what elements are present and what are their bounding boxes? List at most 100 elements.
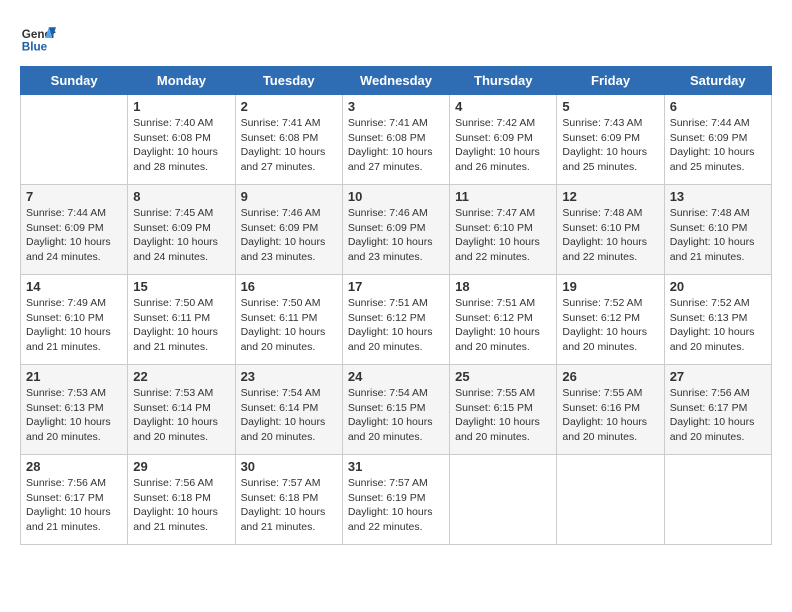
day-number: 2 — [241, 99, 337, 114]
day-number: 21 — [26, 369, 122, 384]
cell-info: Sunrise: 7:55 AM Sunset: 6:15 PM Dayligh… — [455, 386, 551, 445]
cell-info: Sunrise: 7:41 AM Sunset: 6:08 PM Dayligh… — [348, 116, 444, 175]
calendar-cell: 1 Sunrise: 7:40 AM Sunset: 6:08 PM Daylig… — [128, 95, 235, 185]
cell-info: Sunrise: 7:50 AM Sunset: 6:11 PM Dayligh… — [241, 296, 337, 355]
day-header: Saturday — [664, 67, 771, 95]
cell-info: Sunrise: 7:53 AM Sunset: 6:13 PM Dayligh… — [26, 386, 122, 445]
logo-icon: General Blue — [20, 20, 56, 56]
calendar-week-row: 7 Sunrise: 7:44 AM Sunset: 6:09 PM Daylig… — [21, 185, 772, 275]
calendar-cell: 28Sunrise: 7:56 AM Sunset: 6:17 PM Dayli… — [21, 455, 128, 545]
cell-info: Sunrise: 7:53 AM Sunset: 6:14 PM Dayligh… — [133, 386, 229, 445]
day-number: 3 — [348, 99, 444, 114]
calendar-week-row: 1 Sunrise: 7:40 AM Sunset: 6:08 PM Daylig… — [21, 95, 772, 185]
calendar-cell: 13 Sunrise: 7:48 AM Sunset: 6:10 PM Dayli… — [664, 185, 771, 275]
calendar-cell: 2 Sunrise: 7:41 AM Sunset: 6:08 PM Daylig… — [235, 95, 342, 185]
day-number: 24 — [348, 369, 444, 384]
cell-info: Sunrise: 7:48 AM Sunset: 6:10 PM Dayligh… — [670, 206, 766, 265]
calendar-cell: 19 Sunrise: 7:52 AM Sunset: 6:12 PM Dayli… — [557, 275, 664, 365]
calendar-cell: 15 Sunrise: 7:50 AM Sunset: 6:11 PM Dayli… — [128, 275, 235, 365]
calendar-cell: 30 Sunrise: 7:57 AM Sunset: 6:18 PM Dayli… — [235, 455, 342, 545]
cell-info: Sunrise: 7:52 AM Sunset: 6:12 PM Dayligh… — [562, 296, 658, 355]
calendar-cell: 14 Sunrise: 7:49 AM Sunset: 6:10 PM Dayli… — [21, 275, 128, 365]
day-number: 16 — [241, 279, 337, 294]
day-number: 9 — [241, 189, 337, 204]
day-number: 20 — [670, 279, 766, 294]
calendar-cell: 11 Sunrise: 7:47 AM Sunset: 6:10 PM Dayli… — [450, 185, 557, 275]
day-number: 19 — [562, 279, 658, 294]
calendar-cell: 4 Sunrise: 7:42 AM Sunset: 6:09 PM Daylig… — [450, 95, 557, 185]
cell-info: Sunrise: 7:41 AM Sunset: 6:08 PM Dayligh… — [241, 116, 337, 175]
calendar-week-row: 14 Sunrise: 7:49 AM Sunset: 6:10 PM Dayli… — [21, 275, 772, 365]
day-number: 4 — [455, 99, 551, 114]
calendar-cell: 18 Sunrise: 7:51 AM Sunset: 6:12 PM Dayli… — [450, 275, 557, 365]
day-number: 12 — [562, 189, 658, 204]
calendar-cell: 9 Sunrise: 7:46 AM Sunset: 6:09 PM Daylig… — [235, 185, 342, 275]
cell-info: Sunrise: 7:44 AM Sunset: 6:09 PM Dayligh… — [26, 206, 122, 265]
cell-info: Sunrise: 7:57 AM Sunset: 6:19 PM Dayligh… — [348, 476, 444, 535]
day-number: 13 — [670, 189, 766, 204]
cell-info: Sunrise: 7:51 AM Sunset: 6:12 PM Dayligh… — [348, 296, 444, 355]
cell-info: Sunrise: 7:56 AM Sunset: 6:17 PM Dayligh… — [670, 386, 766, 445]
calendar-cell: 27Sunrise: 7:56 AM Sunset: 6:17 PM Dayli… — [664, 365, 771, 455]
cell-info: Sunrise: 7:47 AM Sunset: 6:10 PM Dayligh… — [455, 206, 551, 265]
calendar-cell — [557, 455, 664, 545]
day-number: 8 — [133, 189, 229, 204]
day-number: 22 — [133, 369, 229, 384]
day-header: Monday — [128, 67, 235, 95]
svg-text:Blue: Blue — [22, 41, 48, 54]
day-number: 15 — [133, 279, 229, 294]
day-header: Friday — [557, 67, 664, 95]
day-number: 14 — [26, 279, 122, 294]
calendar-cell: 31 Sunrise: 7:57 AM Sunset: 6:19 PM Dayli… — [342, 455, 449, 545]
calendar-cell: 8 Sunrise: 7:45 AM Sunset: 6:09 PM Daylig… — [128, 185, 235, 275]
calendar-week-row: 28Sunrise: 7:56 AM Sunset: 6:17 PM Dayli… — [21, 455, 772, 545]
calendar-cell: 20 Sunrise: 7:52 AM Sunset: 6:13 PM Dayli… — [664, 275, 771, 365]
calendar-cell: 17 Sunrise: 7:51 AM Sunset: 6:12 PM Dayli… — [342, 275, 449, 365]
cell-info: Sunrise: 7:54 AM Sunset: 6:15 PM Dayligh… — [348, 386, 444, 445]
day-header: Wednesday — [342, 67, 449, 95]
day-number: 5 — [562, 99, 658, 114]
calendar-cell: 26 Sunrise: 7:55 AM Sunset: 6:16 PM Dayli… — [557, 365, 664, 455]
day-number: 30 — [241, 459, 337, 474]
logo: General Blue — [20, 20, 56, 56]
cell-info: Sunrise: 7:40 AM Sunset: 6:08 PM Dayligh… — [133, 116, 229, 175]
cell-info: Sunrise: 7:43 AM Sunset: 6:09 PM Dayligh… — [562, 116, 658, 175]
calendar-cell: 23Sunrise: 7:54 AM Sunset: 6:14 PM Dayli… — [235, 365, 342, 455]
cell-info: Sunrise: 7:56 AM Sunset: 6:17 PM Dayligh… — [26, 476, 122, 535]
day-number: 10 — [348, 189, 444, 204]
day-number: 17 — [348, 279, 444, 294]
day-number: 29 — [133, 459, 229, 474]
cell-info: Sunrise: 7:49 AM Sunset: 6:10 PM Dayligh… — [26, 296, 122, 355]
day-number: 1 — [133, 99, 229, 114]
cell-info: Sunrise: 7:46 AM Sunset: 6:09 PM Dayligh… — [348, 206, 444, 265]
day-number: 31 — [348, 459, 444, 474]
day-header: Sunday — [21, 67, 128, 95]
calendar-cell: 25Sunrise: 7:55 AM Sunset: 6:15 PM Dayli… — [450, 365, 557, 455]
day-number: 11 — [455, 189, 551, 204]
calendar-cell: 21 Sunrise: 7:53 AM Sunset: 6:13 PM Dayli… — [21, 365, 128, 455]
cell-info: Sunrise: 7:44 AM Sunset: 6:09 PM Dayligh… — [670, 116, 766, 175]
cell-info: Sunrise: 7:46 AM Sunset: 6:09 PM Dayligh… — [241, 206, 337, 265]
cell-info: Sunrise: 7:42 AM Sunset: 6:09 PM Dayligh… — [455, 116, 551, 175]
calendar-cell: 10 Sunrise: 7:46 AM Sunset: 6:09 PM Dayli… — [342, 185, 449, 275]
calendar-cell: 16 Sunrise: 7:50 AM Sunset: 6:11 PM Dayli… — [235, 275, 342, 365]
calendar-body: 1 Sunrise: 7:40 AM Sunset: 6:08 PM Daylig… — [21, 95, 772, 545]
calendar-cell — [664, 455, 771, 545]
day-number: 6 — [670, 99, 766, 114]
cell-info: Sunrise: 7:51 AM Sunset: 6:12 PM Dayligh… — [455, 296, 551, 355]
day-header: Tuesday — [235, 67, 342, 95]
day-number: 7 — [26, 189, 122, 204]
calendar-cell — [450, 455, 557, 545]
cell-info: Sunrise: 7:55 AM Sunset: 6:16 PM Dayligh… — [562, 386, 658, 445]
cell-info: Sunrise: 7:50 AM Sunset: 6:11 PM Dayligh… — [133, 296, 229, 355]
calendar-cell: 12Sunrise: 7:48 AM Sunset: 6:10 PM Dayli… — [557, 185, 664, 275]
day-number: 18 — [455, 279, 551, 294]
cell-info: Sunrise: 7:52 AM Sunset: 6:13 PM Dayligh… — [670, 296, 766, 355]
calendar-cell — [21, 95, 128, 185]
calendar-cell: 22 Sunrise: 7:53 AM Sunset: 6:14 PM Dayli… — [128, 365, 235, 455]
day-number: 26 — [562, 369, 658, 384]
cell-info: Sunrise: 7:57 AM Sunset: 6:18 PM Dayligh… — [241, 476, 337, 535]
day-number: 23 — [241, 369, 337, 384]
cell-info: Sunrise: 7:45 AM Sunset: 6:09 PM Dayligh… — [133, 206, 229, 265]
cell-info: Sunrise: 7:56 AM Sunset: 6:18 PM Dayligh… — [133, 476, 229, 535]
